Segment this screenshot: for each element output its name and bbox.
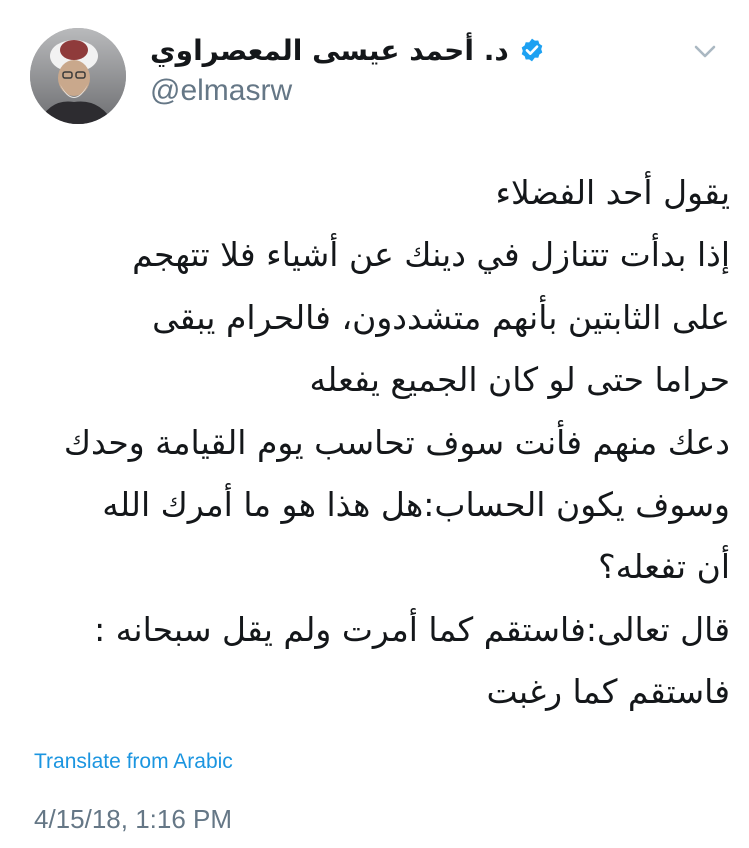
display-name[interactable]: د. أحمد عيسى المعصراوي (150, 34, 509, 67)
tweet-line: وسوف يكون الحساب:هل هذا هو ما أمرك الله (102, 485, 730, 525)
tweet-line: إذا بدأت تتنازل في دينك عن أشياء فلا تته… (132, 235, 730, 275)
tweet-text: يقول أحد الفضلاء إذا بدأت تتنازل في دينك… (30, 162, 730, 724)
tweet-timestamp[interactable]: 4/15/18, 1:16 PM (34, 804, 232, 835)
name-row: د. أحمد عيسى المعصراوي (150, 32, 545, 68)
tweet-line: حراما حتى لو كان الجميع يفعله (309, 360, 730, 400)
tweet-card: د. أحمد عيسى المعصراوي @elmasrw يقول أحد… (0, 0, 749, 848)
verified-badge-icon (521, 38, 543, 62)
tweet-line: قال تعالى:فاستقم كما أمرت ولم يقل سبحانه… (94, 609, 730, 649)
tweet-line: دعك منهم فأنت سوف تحاسب يوم القيامة وحدك (63, 422, 730, 462)
avatar-photo (30, 28, 126, 124)
tweet-line: على الثابتين بأنهم متشددون، فالحرام يبقى (152, 297, 730, 337)
tweet-line: أن تفعله؟ (598, 547, 730, 587)
tweet-header: د. أحمد عيسى المعصراوي @elmasrw (30, 28, 720, 124)
tweet-line: فاستقم كما رغبت (486, 672, 730, 712)
user-handle[interactable]: @elmasrw (150, 74, 545, 108)
translate-link[interactable]: Translate from Arabic (34, 750, 233, 774)
avatar[interactable] (30, 28, 126, 124)
user-info[interactable]: د. أحمد عيسى المعصراوي @elmasrw (150, 32, 545, 108)
tweet-line: يقول أحد الفضلاء (495, 173, 730, 212)
chevron-down-icon[interactable] (690, 36, 720, 66)
